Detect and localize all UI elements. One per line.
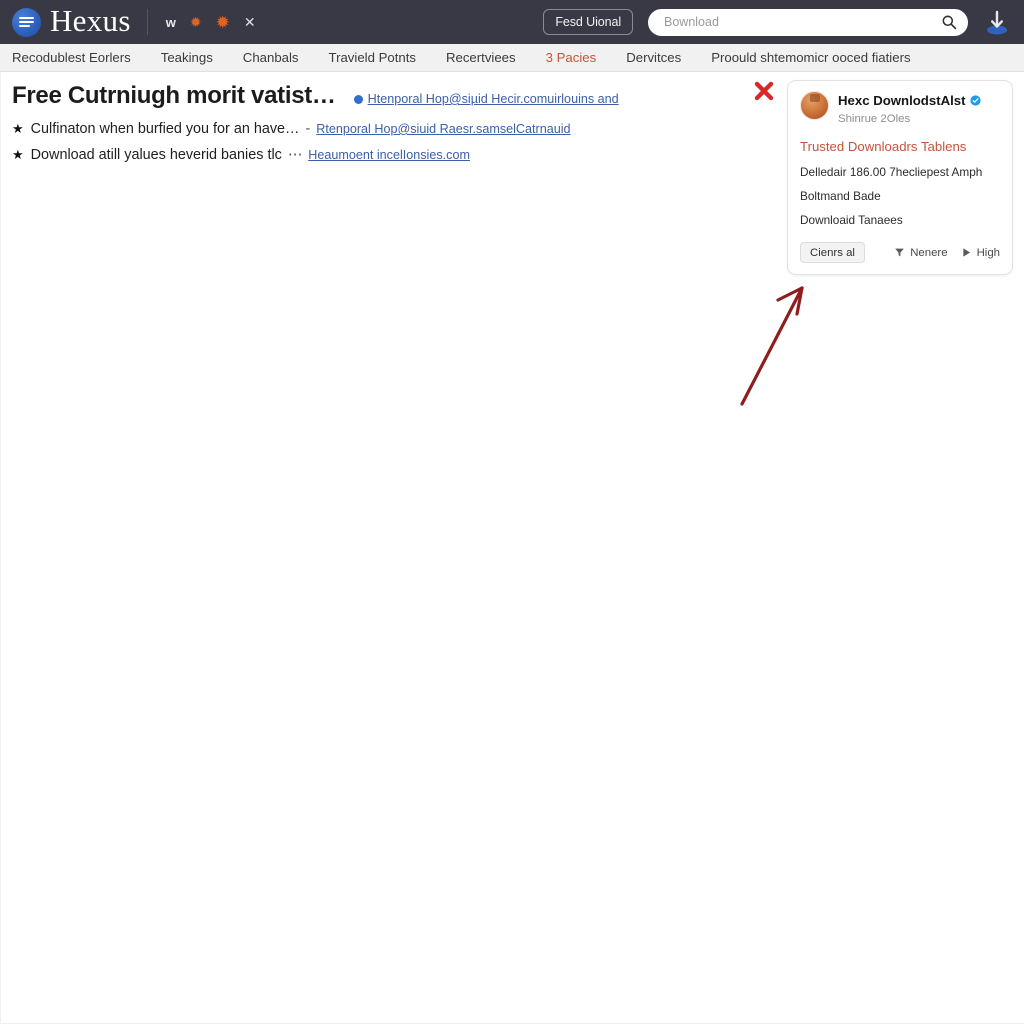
card-detail-line: Delledair 186.00 7hecliepest Amph xyxy=(800,164,983,179)
list-item-text: Culfinaton when burfied you for an have… xyxy=(30,120,300,137)
star-icon-1[interactable]: ✹ xyxy=(190,15,202,29)
list-item: ★ Download atill yalues heverid banies t… xyxy=(12,147,712,163)
card-subtitle: Shinrue 2Oles xyxy=(838,113,911,125)
headline-link[interactable]: Htenporal Hop@siµid Hecir.comuirlouins a… xyxy=(368,92,619,106)
card-accent-heading: Trusted Downloadrs Tablens xyxy=(800,138,967,154)
card-detail-line: Downloaid Tanaees xyxy=(800,212,903,227)
headline-link-wrap: Htenporal Hop@siµid Hecir.comuirlouins a… xyxy=(353,90,619,108)
verified-badge-icon xyxy=(969,93,981,106)
card-title-wrap: Hexc DownlodstAlst Shinrue 2Oles xyxy=(838,91,981,127)
hexus-logo-icon xyxy=(12,7,41,37)
play-triangle-icon xyxy=(962,248,970,257)
star-bullet-icon: ★ xyxy=(12,146,24,162)
search-input[interactable] xyxy=(648,8,968,36)
brand-name: Hexus xyxy=(50,3,131,38)
downloader-profile-card: Hexc DownlodstAlst Shinrue 2Oles Trusted… xyxy=(787,80,1013,275)
star-bullet-icon: ★ xyxy=(12,120,24,136)
annotation-arrow-icon xyxy=(731,272,841,412)
filter-funnel-icon xyxy=(895,248,905,257)
header-divider xyxy=(146,9,148,35)
play-action[interactable]: High xyxy=(961,247,1000,259)
list-item-separator: - xyxy=(305,120,311,137)
page-title: Free Cutrniugh morit vatist… xyxy=(12,82,336,109)
nav-item-3-pacies[interactable]: 3 Pacies xyxy=(546,51,597,64)
card-detail-line: Boltmand Bade xyxy=(800,188,881,203)
nav-item-proould-shtemomicr[interactable]: Proould shtemomicr ooced fiatiers xyxy=(711,51,910,64)
bullet-dot-icon xyxy=(353,95,363,104)
headline-row: Free Cutrniugh morit vatist… Htenporal H… xyxy=(12,82,712,111)
header-mini-icons: w ✹ ✹ ✕ xyxy=(166,14,256,31)
clans-all-button[interactable]: Cienrs al xyxy=(800,242,865,263)
main-nav-bar: Recodublest Eorlers Teakings Chanbals Tr… xyxy=(0,44,1024,72)
star-icon-2[interactable]: ✹ xyxy=(216,14,230,31)
nav-item-dervitces[interactable]: Dervitces xyxy=(626,51,681,64)
card-footer: Cienrs al Nenere High xyxy=(800,242,1000,263)
filter-action-label: Nenere xyxy=(910,246,948,259)
search-box[interactable] xyxy=(648,8,968,36)
card-header: Hexc DownlodstAlst Shinrue 2Oles xyxy=(800,91,1000,127)
top-header-bar: Hexus w ✹ ✹ ✕ Fesd Uional xyxy=(0,0,1024,44)
content-column: Free Cutrniugh morit vatist… Htenporal H… xyxy=(12,82,712,163)
close-icon[interactable] xyxy=(753,80,775,102)
filter-action[interactable]: Nenere xyxy=(894,246,948,259)
card-footer-actions: Nenere High xyxy=(894,247,1000,259)
page-canvas: Free Cutrniugh morit vatist… Htenporal H… xyxy=(0,72,1024,1024)
close-x-icon[interactable]: ✕ xyxy=(244,14,256,31)
nav-item-recodublest-eorlers[interactable]: Recodublest Eorlers xyxy=(12,51,131,64)
app-window: Hexus w ✹ ✹ ✕ Fesd Uional Bownload Recod… xyxy=(0,0,1024,1024)
list-item-link[interactable]: Rtenporal Hop@siuid Raesr.samselCatrnaui… xyxy=(316,122,570,136)
brand[interactable]: Hexus xyxy=(12,5,131,39)
nav-item-recertviees[interactable]: Recertviees xyxy=(446,51,516,64)
list-item: ★ Culfinaton when burfied you for an hav… xyxy=(12,121,712,137)
w-icon[interactable]: w xyxy=(166,16,176,29)
nav-item-travield-potnts[interactable]: Travield Potnts xyxy=(329,51,416,64)
profile-avatar-icon xyxy=(800,91,829,120)
card-title: Hexc DownlodstAlst xyxy=(838,93,966,108)
list-item-link[interactable]: Heaumoent incelIonsies.com xyxy=(308,148,470,162)
professional-action-button[interactable]: Fesd Uional xyxy=(543,9,633,35)
play-action-label: High xyxy=(976,246,1000,259)
header-right-controls: Fesd Uional xyxy=(543,0,1024,44)
download-avatar-icon[interactable] xyxy=(984,9,1010,35)
nav-item-chanbals[interactable]: Chanbals xyxy=(243,51,299,64)
nav-item-teakings[interactable]: Teakings xyxy=(161,51,213,64)
list-item-text: Download atill yalues heverid banies tlc xyxy=(30,146,282,163)
list-item-separator: ⋯ xyxy=(287,146,303,163)
